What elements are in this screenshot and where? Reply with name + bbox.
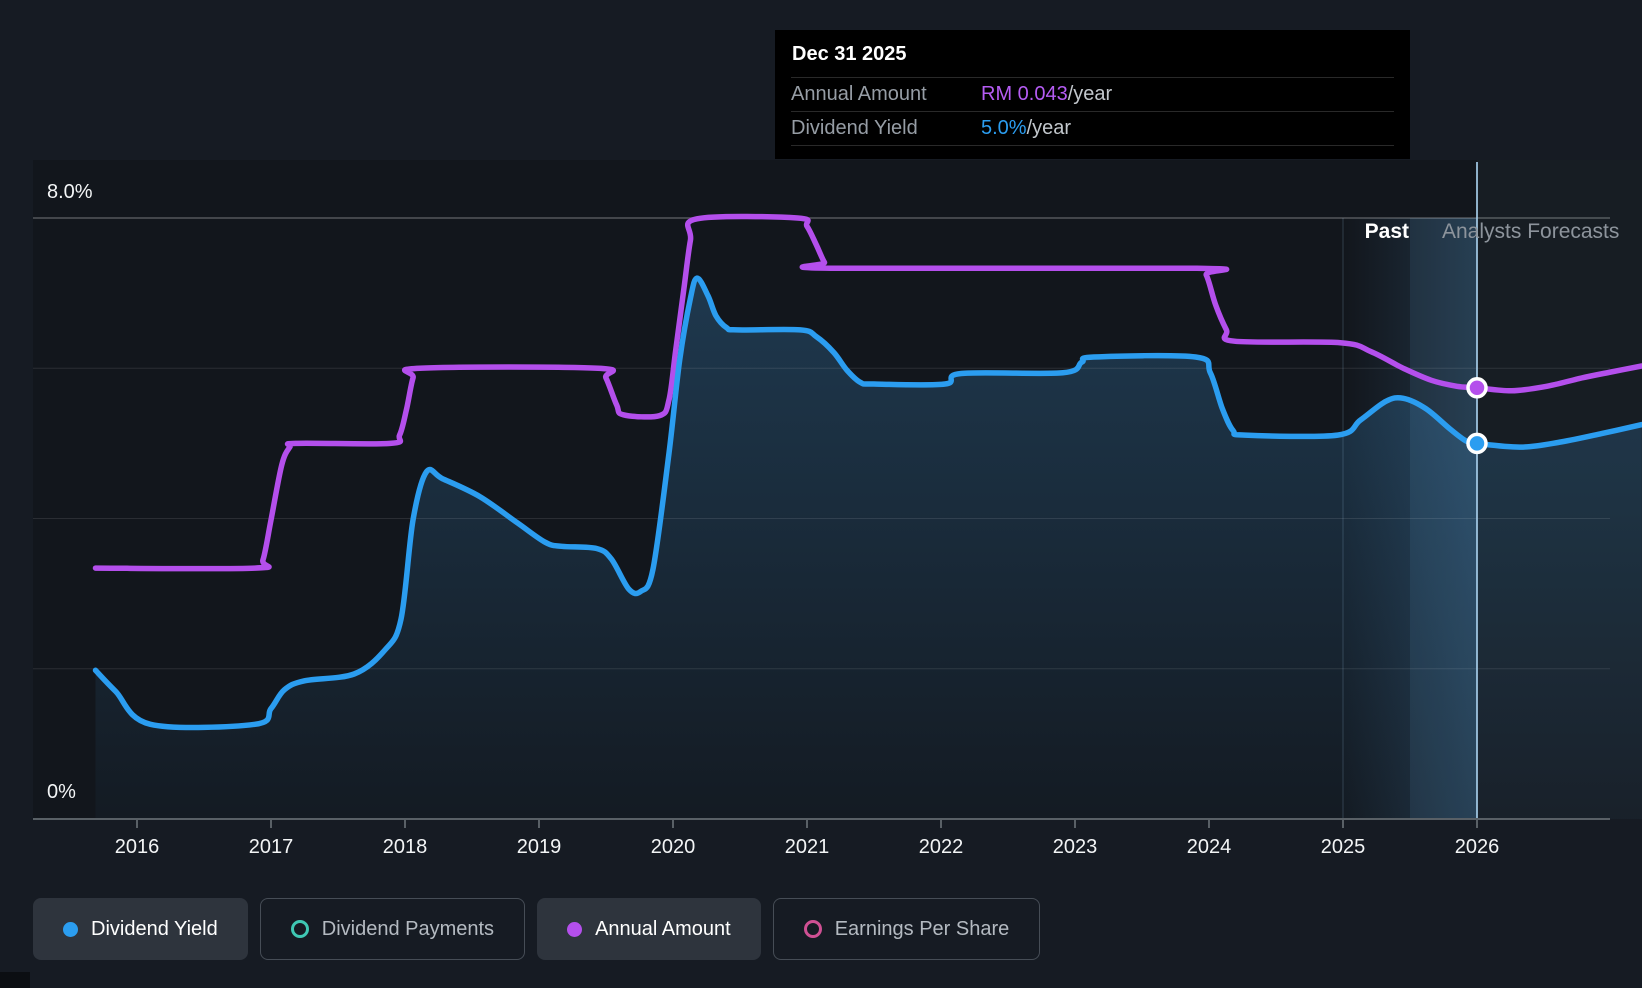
dividend-yield-marker[interactable] (1466, 432, 1488, 455)
tooltip-row-label: Dividend Yield (791, 117, 918, 139)
earnings-per-share-series-icon (803, 920, 822, 938)
x-axis-label-2026: 2026 (1454, 836, 1500, 858)
dividend-chart-page: Dec 31 2025 Annual Amount RM 0.043/year Di… (0, 0, 1642, 988)
y-axis-label-0pct: 0% (47, 781, 76, 803)
legend-pill-label: Dividend Payments (321, 917, 495, 940)
x-axis-label-2019: 2019 (516, 836, 562, 858)
tooltip-row-label: Annual Amount (791, 83, 927, 105)
legend-pill-label: Annual Amount (595, 917, 731, 940)
legend-pill-label: Earnings Per Share (834, 917, 1010, 940)
tooltip-row-annual-amount: Annual Amount RM 0.043/year (791, 78, 1394, 112)
tooltip-date: Dec 31 2025 (791, 30, 1394, 78)
x-axis-label-2017: 2017 (248, 836, 294, 858)
tooltip-row-value: 5.0% (981, 117, 1027, 139)
tooltip-row-dividend-yield: Dividend Yield 5.0%/year (791, 112, 1394, 146)
past-label: Past (1364, 220, 1409, 243)
legend-pill-label: Dividend Yield (91, 917, 218, 940)
analysts-forecast-label: Analysts Forecasts (1442, 220, 1620, 243)
tooltip-row-value: RM 0.043 (981, 83, 1068, 105)
annual-amount-series-icon (567, 921, 583, 937)
x-axis-label-2021: 2021 (784, 836, 830, 858)
tooltip-row-suffix: /year (1067, 83, 1113, 105)
forecast-region-tint (1477, 160, 1642, 819)
y-axis-label-8pct: 8.0% (47, 181, 93, 203)
corner-notch (0, 972, 30, 988)
chart-tooltip: Dec 31 2025 Annual Amount RM 0.043/year Di… (775, 30, 1410, 159)
dividend-yield-series-icon (63, 921, 78, 937)
x-axis-label-2024: 2024 (1186, 836, 1232, 858)
x-axis-label-2016: 2016 (114, 836, 160, 858)
tooltip-row-suffix: /year (1026, 117, 1072, 139)
legend-pill-dividend-payments[interactable]: Dividend Payments (259, 898, 526, 960)
x-axis-label-2018: 2018 (382, 836, 428, 858)
x-axis-label-2022: 2022 (918, 836, 964, 858)
legend-pill-dividend-yield[interactable]: Dividend Yield (33, 898, 248, 960)
legend-pill-earnings-per-share[interactable]: Earnings Per Share (772, 898, 1041, 960)
dividend-payments-series-icon (290, 920, 309, 938)
annual-amount-marker[interactable] (1466, 377, 1488, 399)
x-axis-label-2023: 2023 (1052, 836, 1098, 858)
chart-legend: Dividend Yield Dividend Payments Annual Am… (33, 898, 1041, 960)
x-axis-label-2020: 2020 (650, 836, 696, 858)
x-axis-label-2025: 2025 (1320, 836, 1366, 858)
legend-pill-annual-amount[interactable]: Annual Amount (537, 898, 761, 960)
